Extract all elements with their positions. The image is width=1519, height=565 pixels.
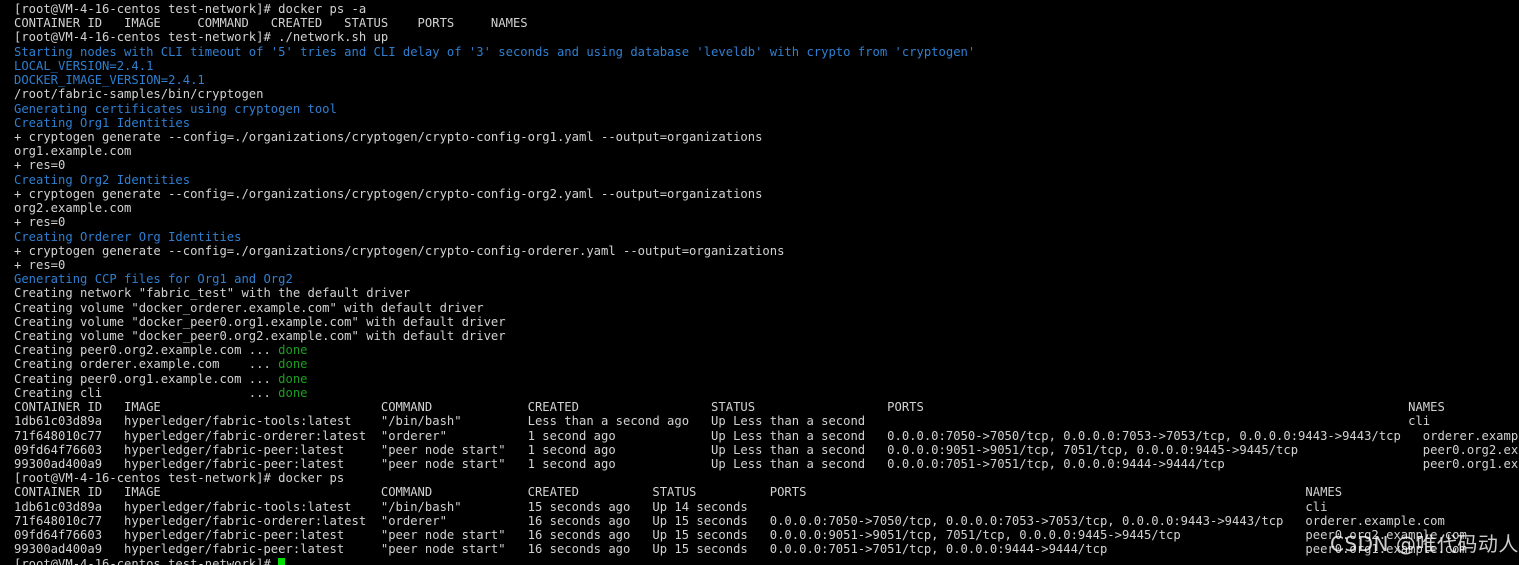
terminal-line: [root@VM-4-16-centos test-network]# dock…	[14, 2, 1519, 16]
terminal-line: Creating cli ... done	[14, 386, 1519, 400]
shell-prompt: [root@VM-4-16-centos test-network]#	[14, 556, 279, 565]
terminal-text-span: Creating Org2 Identities	[14, 172, 191, 187]
terminal-text-span: org2.example.com	[14, 201, 132, 216]
terminal-text-span: CONTAINER ID IMAGE COMMAND CREATED STATU…	[14, 16, 528, 31]
terminal-text-span: Creating volume "docker_peer0.org1.examp…	[14, 314, 506, 329]
terminal-text-span: Creating Orderer Org Identities	[14, 229, 242, 244]
terminal-text-span: done	[278, 371, 308, 386]
terminal-text-span: [root@VM-4-16-centos test-network]# dock…	[14, 471, 345, 486]
terminal-line: + cryptogen generate --config=./organiza…	[14, 187, 1519, 201]
terminal-text-span: 99300ad400a9 hyperledger/fabric-peer:lat…	[14, 457, 1519, 471]
terminal-line: Creating volume "docker_peer0.org1.examp…	[14, 315, 1519, 329]
terminal-text-span: CONTAINER ID IMAGE COMMAND CREATED STATU…	[14, 400, 1445, 415]
terminal-text-span: + cryptogen generate --config=./organiza…	[14, 129, 763, 144]
terminal-text-span: Starting nodes with CLI timeout of '5' t…	[14, 44, 976, 59]
terminal-text-span: done	[278, 357, 308, 372]
terminal-text-span: 09fd64f76603 hyperledger/fabric-peer:lat…	[14, 442, 1519, 457]
terminal-line: 99300ad400a9 hyperledger/fabric-peer:lat…	[14, 457, 1519, 471]
terminal-line: Generating CCP files for Org1 and Org2	[14, 272, 1519, 286]
terminal-text-span: 1db61c03d89a hyperledger/fabric-tools:la…	[14, 414, 1431, 429]
terminal-line: 71f648010c77 hyperledger/fabric-orderer:…	[14, 514, 1519, 528]
text-cursor[interactable]	[278, 557, 286, 565]
terminal-text-span: Creating Org1 Identities	[14, 115, 191, 130]
terminal-text-span: + res=0	[14, 158, 66, 173]
terminal-text-span: [root@VM-4-16-centos test-network]# dock…	[14, 2, 367, 16]
terminal-line: 71f648010c77 hyperledger/fabric-orderer:…	[14, 429, 1519, 443]
terminal-text-span: Creating peer0.org1.example.com ...	[14, 371, 279, 386]
terminal-line: org1.example.com	[14, 144, 1519, 158]
terminal-text-span: org1.example.com	[14, 144, 132, 159]
terminal-line: CONTAINER ID IMAGE COMMAND CREATED STATU…	[14, 400, 1519, 414]
terminal-line: 09fd64f76603 hyperledger/fabric-peer:lat…	[14, 528, 1519, 542]
terminal-text-span: done	[278, 385, 308, 400]
terminal-text-span: Generating certificates using cryptogen …	[14, 101, 337, 116]
terminal-line: Creating network "fabric_test" with the …	[14, 286, 1519, 300]
terminal-line: Creating Org2 Identities	[14, 173, 1519, 187]
terminal-text-span: + res=0	[14, 257, 66, 272]
terminal-line: [root@VM-4-16-centos test-network]# ./ne…	[14, 30, 1519, 44]
terminal-line: Starting nodes with CLI timeout of '5' t…	[14, 45, 1519, 59]
terminal-line: + res=0	[14, 258, 1519, 272]
terminal-line: 1db61c03d89a hyperledger/fabric-tools:la…	[14, 414, 1519, 428]
terminal-text-span: Creating cli ...	[14, 385, 279, 400]
terminal-text-span: + res=0	[14, 215, 66, 230]
terminal-line: Creating peer0.org1.example.com ... done	[14, 372, 1519, 386]
terminal-line: Generating certificates using cryptogen …	[14, 102, 1519, 116]
terminal-line: [root@VM-4-16-centos test-network]#	[14, 557, 1519, 565]
terminal-line: + cryptogen generate --config=./organiza…	[14, 130, 1519, 144]
terminal-line: LOCAL_VERSION=2.4.1	[14, 59, 1519, 73]
terminal-text-span: + cryptogen generate --config=./organiza…	[14, 186, 763, 201]
terminal-line: DOCKER_IMAGE_VERSION=2.4.1	[14, 73, 1519, 87]
terminal-line: Creating Orderer Org Identities	[14, 230, 1519, 244]
terminal-line: + cryptogen generate --config=./organiza…	[14, 244, 1519, 258]
terminal-line: 09fd64f76603 hyperledger/fabric-peer:lat…	[14, 443, 1519, 457]
terminal-line: CONTAINER ID IMAGE COMMAND CREATED STATU…	[14, 16, 1519, 30]
terminal-text-span: 09fd64f76603 hyperledger/fabric-peer:lat…	[14, 528, 1467, 543]
terminal-line: 1db61c03d89a hyperledger/fabric-tools:la…	[14, 500, 1519, 514]
terminal-line: CONTAINER ID IMAGE COMMAND CREATED STATU…	[14, 485, 1519, 499]
terminal-output: [root@VM-4-16-centos test-network]# dock…	[14, 2, 1519, 565]
terminal-text-span: 99300ad400a9 hyperledger/fabric-peer:lat…	[14, 542, 1467, 557]
terminal-line: + res=0	[14, 158, 1519, 172]
terminal-text-span: 1db61c03d89a hyperledger/fabric-tools:la…	[14, 499, 1328, 514]
terminal-line: + res=0	[14, 215, 1519, 229]
terminal-text-span: DOCKER_IMAGE_VERSION=2.4.1	[14, 73, 205, 88]
terminal-text-span: /root/fabric-samples/bin/cryptogen	[14, 87, 264, 102]
terminal-line: /root/fabric-samples/bin/cryptogen	[14, 87, 1519, 101]
terminal-line: 99300ad400a9 hyperledger/fabric-peer:lat…	[14, 542, 1519, 556]
terminal-text-span: Creating orderer.example.com ...	[14, 357, 279, 372]
terminal-text-span: LOCAL_VERSION=2.4.1	[14, 58, 154, 73]
terminal-text-span: Creating peer0.org2.example.com ...	[14, 343, 279, 358]
terminal-line: Creating orderer.example.com ... done	[14, 357, 1519, 371]
terminal-text-span: Creating network "fabric_test" with the …	[14, 286, 411, 301]
terminal-text-span: [root@VM-4-16-centos test-network]# ./ne…	[14, 30, 389, 45]
terminal-line: org2.example.com	[14, 201, 1519, 215]
terminal-text-span: Generating CCP files for Org1 and Org2	[14, 272, 293, 287]
terminal-line: Creating peer0.org2.example.com ... done	[14, 343, 1519, 357]
terminal-window[interactable]: [root@VM-4-16-centos test-network]# dock…	[0, 0, 1519, 565]
terminal-text-span: Creating volume "docker_orderer.example.…	[14, 300, 484, 315]
terminal-line: Creating volume "docker_orderer.example.…	[14, 301, 1519, 315]
terminal-text-span: + cryptogen generate --config=./organiza…	[14, 243, 785, 258]
terminal-text-span: CONTAINER ID IMAGE COMMAND CREATED STATU…	[14, 485, 1343, 500]
terminal-text-span: 71f648010c77 hyperledger/fabric-orderer:…	[14, 513, 1445, 528]
terminal-line: Creating Org1 Identities	[14, 116, 1519, 130]
terminal-line: [root@VM-4-16-centos test-network]# dock…	[14, 471, 1519, 485]
terminal-text-span: Creating volume "docker_peer0.org2.examp…	[14, 329, 506, 344]
terminal-text-span: 71f648010c77 hyperledger/fabric-orderer:…	[14, 428, 1519, 443]
terminal-line: Creating volume "docker_peer0.org2.examp…	[14, 329, 1519, 343]
terminal-text-span: done	[278, 343, 308, 358]
